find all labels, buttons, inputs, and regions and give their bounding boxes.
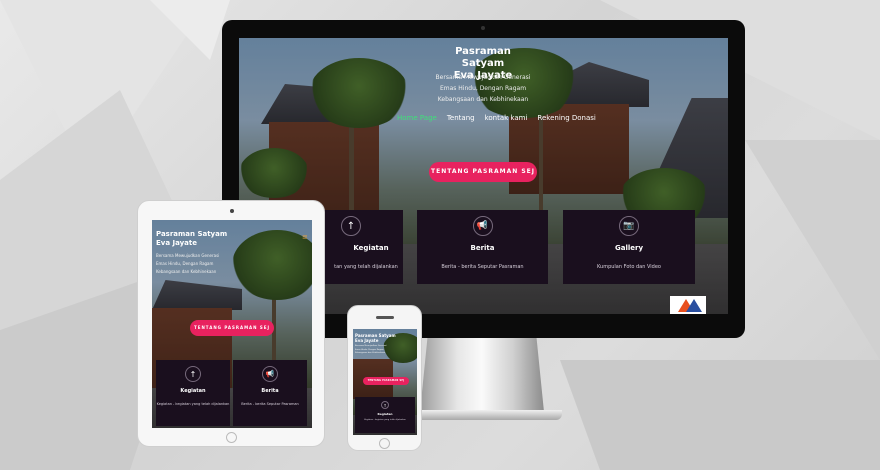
tablet-card-kegiatan[interactable]: ↑ Kegiatan Kegiatan - kegiatan yang tela… xyxy=(156,360,230,426)
site-tagline: Bersama Mewujudkan Generasi Emas Hindu, … xyxy=(423,72,543,105)
phone-device: Pasraman Satyam Eva Jayate Bersama Mewuj… xyxy=(347,305,422,451)
tablet-menu-icon[interactable]: ≡ xyxy=(302,234,308,241)
phone-card-kegiatan-title: Kegiatan xyxy=(377,412,393,416)
nav-rekening-donasi[interactable]: Rekening Donasi xyxy=(537,114,595,122)
tablet-title-line2: Eva Jayate xyxy=(156,239,197,247)
main-nav: Home Page Tentang kontak kami Rekening D… xyxy=(397,114,596,122)
tagline-line3: Kebangsaan dan Kebhinekaan xyxy=(437,96,529,103)
nav-home-page[interactable]: Home Page xyxy=(397,114,437,122)
arrow-up-icon: ↑ xyxy=(185,366,201,382)
phone-about-cta-button[interactable]: TENTANG PASRAMAN SEJ xyxy=(363,377,409,385)
tablet-device: Pasraman Satyam Eva Jayate Bersama Mewuj… xyxy=(137,200,325,447)
nav-kontak-kami[interactable]: kontak kami xyxy=(485,114,528,122)
corner-logo[interactable] xyxy=(670,296,706,314)
phone-card-kegiatan[interactable]: ↑ Kegiatan Kegiatan - kegiatan yang tela… xyxy=(355,397,415,433)
tablet-card-kegiatan-title: Kegiatan xyxy=(180,388,206,394)
phone-tagline: Bersama Mewujudkan Generasi Emas Hindu, … xyxy=(355,345,395,356)
tagline-line1: Bersama Mewujudkan Generasi xyxy=(435,74,531,81)
nav-tentang[interactable]: Tentang xyxy=(447,114,475,122)
tablet-card-berita[interactable]: 📢 Berita Berita - berita Seputar Pasrama… xyxy=(233,360,307,426)
tablet-screen: Pasraman Satyam Eva Jayate Bersama Mewuj… xyxy=(152,220,312,428)
megaphone-icon: 📢 xyxy=(472,216,493,236)
arrow-up-icon: ↑ xyxy=(381,401,389,409)
card-berita-title: Berita xyxy=(470,244,495,252)
tablet-card-berita-desc: Berita - berita Seputar Pasraman xyxy=(241,402,299,406)
tablet-tagline-line2: Emas Hindu, Dengan Ragam xyxy=(156,261,214,266)
card-gallery-title: Gallery xyxy=(614,244,644,252)
site-title-line1: Pasraman Satyam xyxy=(455,46,511,69)
phone-screen: Pasraman Satyam Eva Jayate Bersama Mewuj… xyxy=(353,329,417,435)
tablet-tagline-line1: Bersama Mewujudkan Generasi xyxy=(156,253,220,258)
monitor-camera xyxy=(481,26,485,30)
tagline-line2: Emas Hindu, Dengan Ragam xyxy=(439,85,527,92)
card-berita-desc: Berita - berita Seputar Pasraman xyxy=(441,264,524,270)
tablet-tagline-line3: Kebangsaan dan Kebhinekaan xyxy=(156,269,217,274)
megaphone-icon: 📢 xyxy=(262,366,278,382)
camera-icon: 📷 xyxy=(619,216,639,236)
monitor-stand xyxy=(420,338,544,412)
card-gallery-desc: Kumpulan Foto dan Video xyxy=(597,264,661,270)
tablet-tagline: Bersama Mewujudkan Generasi Emas Hindu, … xyxy=(156,252,236,276)
phone-title-line2: Eva Jayate xyxy=(355,338,379,343)
tablet-card-berita-title: Berita xyxy=(261,388,279,394)
tablet-site-title[interactable]: Pasraman Satyam Eva Jayate xyxy=(156,230,256,248)
card-berita[interactable]: 📢 Berita Berita - berita Seputar Pasrama… xyxy=(417,210,548,284)
monitor-stand-base xyxy=(402,410,562,420)
phone-home-button[interactable] xyxy=(379,438,390,449)
tablet-about-cta-button[interactable]: TENTANG PASRAMAN SEJ xyxy=(190,320,274,336)
tablet-home-button[interactable] xyxy=(226,432,237,443)
arrow-up-icon: ↑ xyxy=(341,216,361,236)
phone-tagline-line3: Kebangsaan dan Kebhinekaan xyxy=(355,352,386,354)
phone-speaker xyxy=(376,316,394,319)
about-cta-button[interactable]: TENTANG PASRAMAN SEJ xyxy=(429,162,537,182)
phone-card-kegiatan-desc: Kegiatan - kegiatan yang telah dijalanka… xyxy=(364,419,406,421)
tablet-title-line1: Pasraman Satyam xyxy=(156,230,228,238)
tablet-card-kegiatan-desc: Kegiatan - kegiatan yang telah dijalanka… xyxy=(156,402,230,406)
phone-site-title[interactable]: Pasraman Satyam Eva Jayate xyxy=(355,333,415,343)
tablet-camera xyxy=(230,209,234,213)
card-gallery[interactable]: 📷 Gallery Kumpulan Foto dan Video xyxy=(563,210,695,284)
